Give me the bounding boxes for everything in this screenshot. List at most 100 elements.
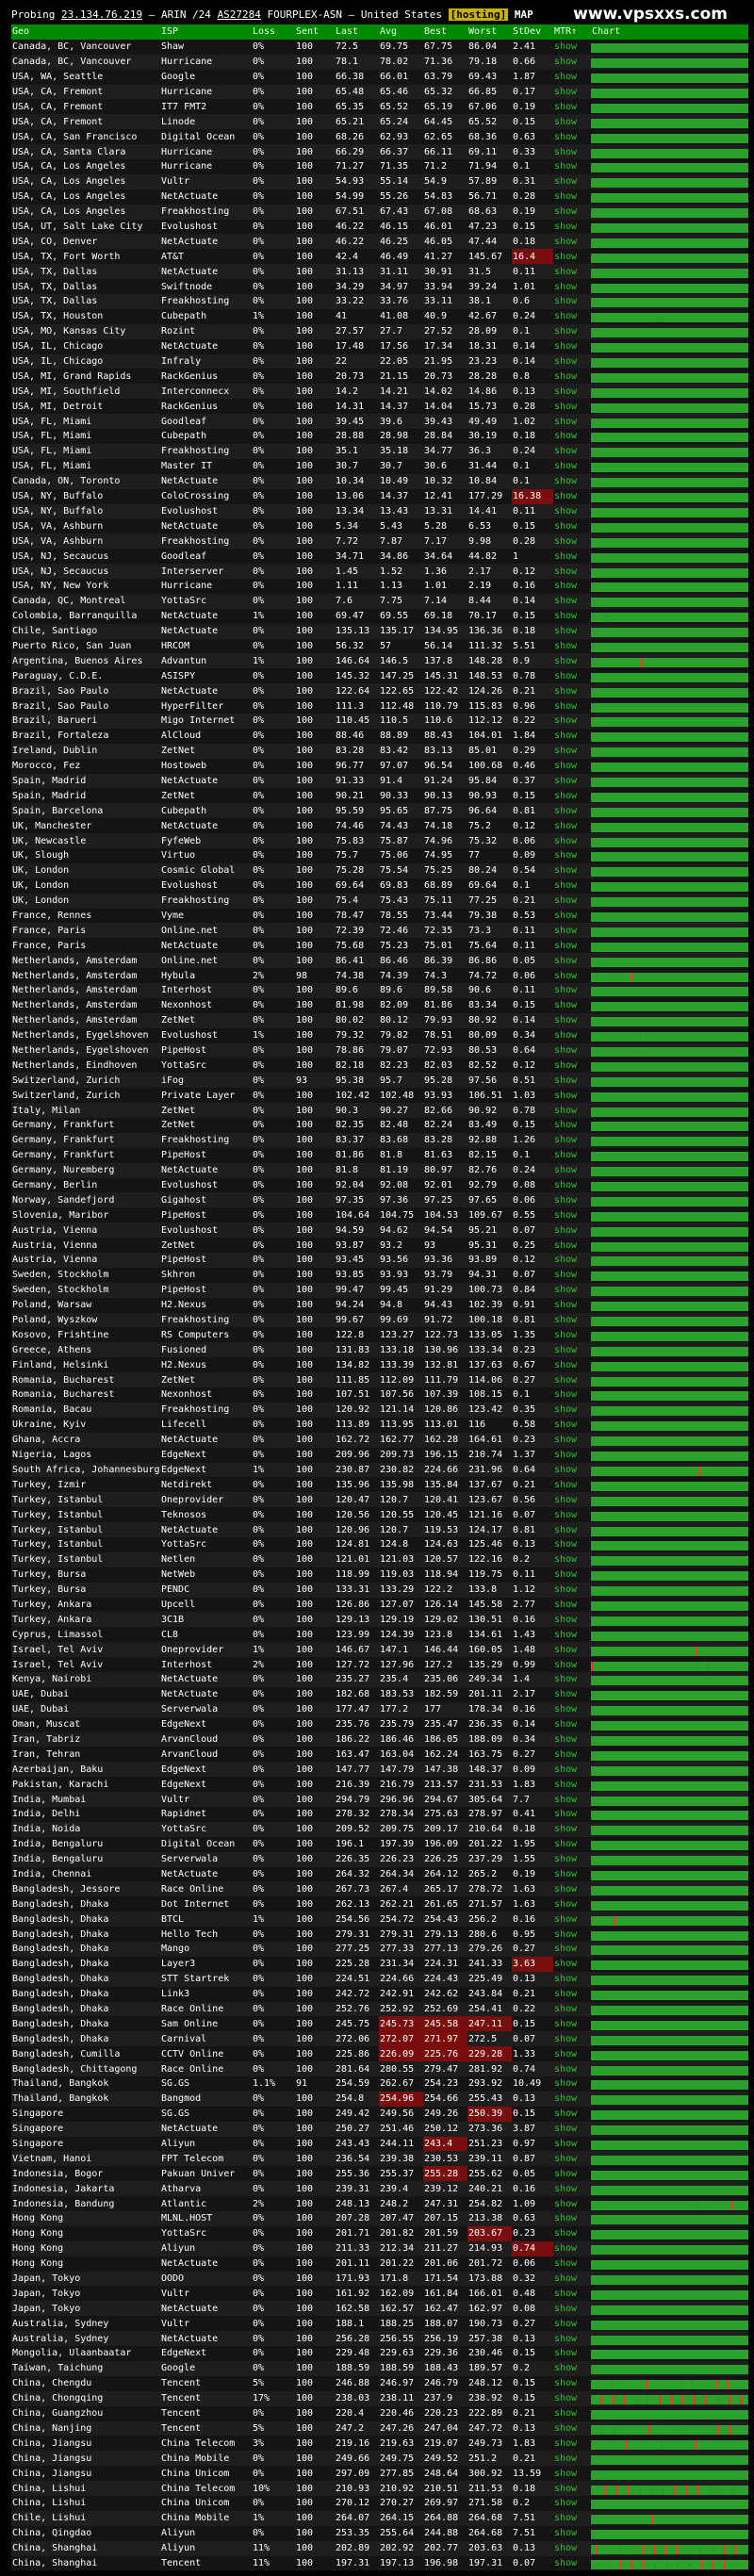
mtr-show-link[interactable]: show bbox=[553, 1088, 591, 1103]
mtr-show-link[interactable]: show bbox=[553, 1268, 591, 1283]
mtr-show-link[interactable]: show bbox=[553, 774, 591, 789]
mtr-show-link[interactable]: show bbox=[553, 1627, 591, 1642]
mtr-show-link[interactable]: show bbox=[553, 1657, 591, 1672]
ip-link[interactable]: 23.134.76.219 bbox=[61, 8, 142, 21]
mtr-show-link[interactable]: show bbox=[553, 489, 591, 504]
column-header-last[interactable]: Last bbox=[335, 25, 379, 40]
mtr-show-link[interactable]: show bbox=[553, 1837, 591, 1852]
mtr-show-link[interactable]: show bbox=[553, 2376, 591, 2391]
mtr-show-link[interactable]: show bbox=[553, 1118, 591, 1133]
mtr-show-link[interactable]: show bbox=[553, 639, 591, 654]
mtr-show-link[interactable]: show bbox=[553, 1762, 591, 1777]
mtr-show-link[interactable]: show bbox=[553, 788, 591, 803]
mtr-show-link[interactable]: show bbox=[553, 2061, 591, 2076]
mtr-show-link[interactable]: show bbox=[553, 1972, 591, 1987]
mtr-show-link[interactable]: show bbox=[553, 729, 591, 744]
mtr-show-link[interactable]: show bbox=[553, 579, 591, 594]
mtr-show-link[interactable]: show bbox=[553, 2137, 591, 2152]
mtr-show-link[interactable]: show bbox=[553, 1463, 591, 1478]
mtr-show-link[interactable]: show bbox=[553, 1687, 591, 1702]
mtr-show-link[interactable]: show bbox=[553, 818, 591, 833]
mtr-show-link[interactable]: show bbox=[553, 205, 591, 220]
column-header-isp[interactable]: ISP bbox=[160, 25, 252, 40]
mtr-show-link[interactable]: show bbox=[553, 1807, 591, 1822]
column-header-stdev[interactable]: StDev bbox=[512, 25, 553, 40]
mtr-show-link[interactable]: show bbox=[553, 1148, 591, 1163]
mtr-show-link[interactable]: show bbox=[553, 40, 591, 55]
mtr-show-link[interactable]: show bbox=[553, 1552, 591, 1567]
mtr-show-link[interactable]: show bbox=[553, 1192, 591, 1207]
mtr-show-link[interactable]: show bbox=[553, 474, 591, 489]
mtr-show-link[interactable]: show bbox=[553, 2002, 591, 2017]
mtr-show-link[interactable]: show bbox=[553, 2181, 591, 2196]
mtr-show-link[interactable]: show bbox=[553, 1418, 591, 1433]
mtr-show-link[interactable]: show bbox=[553, 1598, 591, 1613]
mtr-show-link[interactable]: show bbox=[553, 309, 591, 324]
mtr-show-link[interactable]: show bbox=[553, 2421, 591, 2437]
mtr-show-link[interactable]: show bbox=[553, 339, 591, 354]
mtr-show-link[interactable]: show bbox=[553, 2241, 591, 2256]
mtr-show-link[interactable]: show bbox=[553, 1448, 591, 1463]
mtr-show-link[interactable]: show bbox=[553, 249, 591, 264]
mtr-show-link[interactable]: show bbox=[553, 429, 591, 444]
mtr-show-link[interactable]: show bbox=[553, 1567, 591, 1583]
mtr-show-link[interactable]: show bbox=[553, 1492, 591, 1507]
mtr-show-link[interactable]: show bbox=[553, 1717, 591, 1732]
mtr-show-link[interactable]: show bbox=[553, 1222, 591, 1238]
mtr-show-link[interactable]: show bbox=[553, 923, 591, 938]
mtr-show-link[interactable]: show bbox=[553, 189, 591, 205]
mtr-show-link[interactable]: show bbox=[553, 144, 591, 159]
column-header-geo[interactable]: Geo bbox=[11, 25, 160, 40]
mtr-show-link[interactable]: show bbox=[553, 1957, 591, 1972]
mtr-show-link[interactable]: show bbox=[553, 909, 591, 924]
mtr-show-link[interactable]: show bbox=[553, 2436, 591, 2451]
mtr-show-link[interactable]: show bbox=[553, 1507, 591, 1522]
mtr-show-link[interactable]: show bbox=[553, 1387, 591, 1403]
mtr-show-link[interactable]: show bbox=[553, 444, 591, 459]
mtr-show-link[interactable]: show bbox=[553, 1283, 591, 1298]
mtr-show-link[interactable]: show bbox=[553, 279, 591, 294]
mtr-show-link[interactable]: show bbox=[553, 2511, 591, 2526]
mtr-show-link[interactable]: show bbox=[553, 533, 591, 549]
mtr-show-link[interactable]: show bbox=[553, 863, 591, 878]
column-header-chart[interactable]: Chart bbox=[591, 25, 748, 40]
mtr-show-link[interactable]: show bbox=[553, 114, 591, 129]
mtr-show-link[interactable]: show bbox=[553, 1987, 591, 2002]
column-header-loss[interactable]: Loss bbox=[252, 25, 295, 40]
mtr-show-link[interactable]: show bbox=[553, 1702, 591, 1717]
mtr-show-link[interactable]: show bbox=[553, 2331, 591, 2346]
mtr-show-link[interactable]: show bbox=[553, 2406, 591, 2421]
mtr-show-link[interactable]: show bbox=[553, 1927, 591, 1942]
mtr-show-link[interactable]: show bbox=[553, 744, 591, 759]
mtr-show-link[interactable]: show bbox=[553, 1253, 591, 1268]
mtr-show-link[interactable]: show bbox=[553, 384, 591, 399]
mtr-show-link[interactable]: show bbox=[553, 2046, 591, 2061]
mtr-show-link[interactable]: show bbox=[553, 414, 591, 429]
mtr-show-link[interactable]: show bbox=[553, 2286, 591, 2301]
mtr-show-link[interactable]: show bbox=[553, 759, 591, 774]
mtr-show-link[interactable]: show bbox=[553, 234, 591, 249]
mtr-show-link[interactable]: show bbox=[553, 1327, 591, 1342]
map-link[interactable]: MAP bbox=[515, 8, 533, 21]
mtr-show-link[interactable]: show bbox=[553, 1583, 591, 1598]
mtr-show-link[interactable]: show bbox=[553, 564, 591, 579]
mtr-show-link[interactable]: show bbox=[553, 2122, 591, 2137]
mtr-show-link[interactable]: show bbox=[553, 609, 591, 624]
mtr-show-link[interactable]: show bbox=[553, 1013, 591, 1028]
column-header-best[interactable]: Best bbox=[423, 25, 467, 40]
mtr-show-link[interactable]: show bbox=[553, 1747, 591, 1762]
mtr-show-link[interactable]: show bbox=[553, 1313, 591, 1328]
mtr-show-link[interactable]: show bbox=[553, 938, 591, 953]
mtr-show-link[interactable]: show bbox=[553, 1058, 591, 1073]
mtr-show-link[interactable]: show bbox=[553, 2451, 591, 2466]
mtr-show-link[interactable]: show bbox=[553, 2496, 591, 2511]
mtr-show-link[interactable]: show bbox=[553, 2481, 591, 2496]
mtr-show-link[interactable]: show bbox=[553, 1777, 591, 1792]
mtr-show-link[interactable]: show bbox=[553, 624, 591, 639]
mtr-show-link[interactable]: show bbox=[553, 159, 591, 174]
mtr-show-link[interactable]: show bbox=[553, 504, 591, 519]
mtr-show-link[interactable]: show bbox=[553, 2256, 591, 2272]
mtr-show-link[interactable]: show bbox=[553, 99, 591, 114]
mtr-show-link[interactable]: show bbox=[553, 354, 591, 369]
mtr-show-link[interactable]: show bbox=[553, 968, 591, 983]
